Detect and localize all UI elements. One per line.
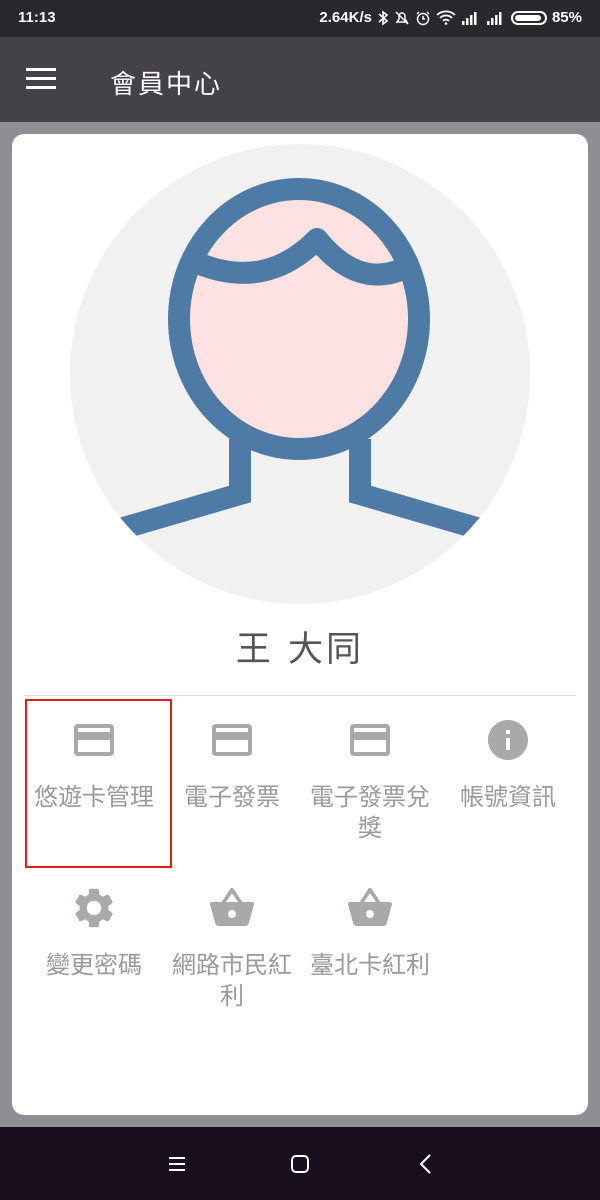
gear-icon (25, 884, 163, 934)
user-avatar-icon (70, 144, 530, 604)
credit-card-icon (163, 716, 301, 766)
menu-item-label: 網路市民紅利 (172, 951, 292, 1010)
mute-icon (394, 10, 410, 26)
signal-icon (461, 11, 481, 25)
menu-item-label: 帳號資訊 (460, 783, 556, 811)
bluetooth-icon (377, 9, 389, 26)
menu-item-label: 變更密碼 (46, 951, 142, 979)
battery-percent: 85% (551, 9, 582, 26)
page-title: 會員中心 (110, 70, 223, 100)
menu-item-account-info[interactable]: 帳號資訊 (439, 716, 577, 813)
network-speed: 2.64K/s (319, 9, 372, 26)
status-bar: 11:13 2.64K/s 85% (0, 0, 600, 37)
menu-icon[interactable] (164, 1151, 190, 1177)
menu-item-label: 臺北卡紅利 (310, 951, 430, 979)
alarm-icon (415, 10, 431, 26)
menu-item-label: 電子發票 (184, 783, 280, 811)
status-time: 11:13 (18, 9, 56, 26)
info-icon (439, 716, 577, 766)
navigation-bar (0, 1127, 600, 1200)
signal-icon (486, 11, 506, 25)
menu-item-label: 電子發票兌獎 (310, 783, 430, 842)
home-icon[interactable] (287, 1151, 313, 1177)
menu-item-taipei-card-bonus[interactable]: 臺北卡紅利 (301, 884, 439, 981)
shopping-basket-icon (163, 884, 301, 934)
wifi-icon (436, 10, 456, 25)
back-icon[interactable] (413, 1151, 439, 1177)
menu-item-e-invoice-prize[interactable]: 電子發票兌獎 (301, 716, 439, 844)
divider (24, 695, 576, 696)
hamburger-menu-icon[interactable] (22, 62, 62, 96)
status-icons: 2.64K/s 85% (319, 9, 582, 26)
menu-item-label: 悠遊卡管理 (34, 783, 154, 811)
member-name: 王 大同 (235, 630, 365, 670)
menu-item-change-password[interactable]: 變更密碼 (25, 884, 163, 981)
credit-card-icon (301, 716, 439, 766)
menu-item-citizen-bonus[interactable]: 網路市民紅利 (163, 884, 301, 1012)
member-card: 王 大同 悠遊卡管理 電子發票 電子發票兌獎 帳號資訊 變更密碼 網路市民紅利 … (12, 134, 588, 1115)
app-bar: 會員中心 (0, 37, 600, 122)
shopping-basket-icon (301, 884, 439, 934)
menu-item-easycard-management[interactable]: 悠遊卡管理 (25, 716, 163, 813)
credit-card-icon (25, 716, 163, 766)
menu-item-e-invoice[interactable]: 電子發票 (163, 716, 301, 813)
battery-icon (510, 10, 547, 25)
